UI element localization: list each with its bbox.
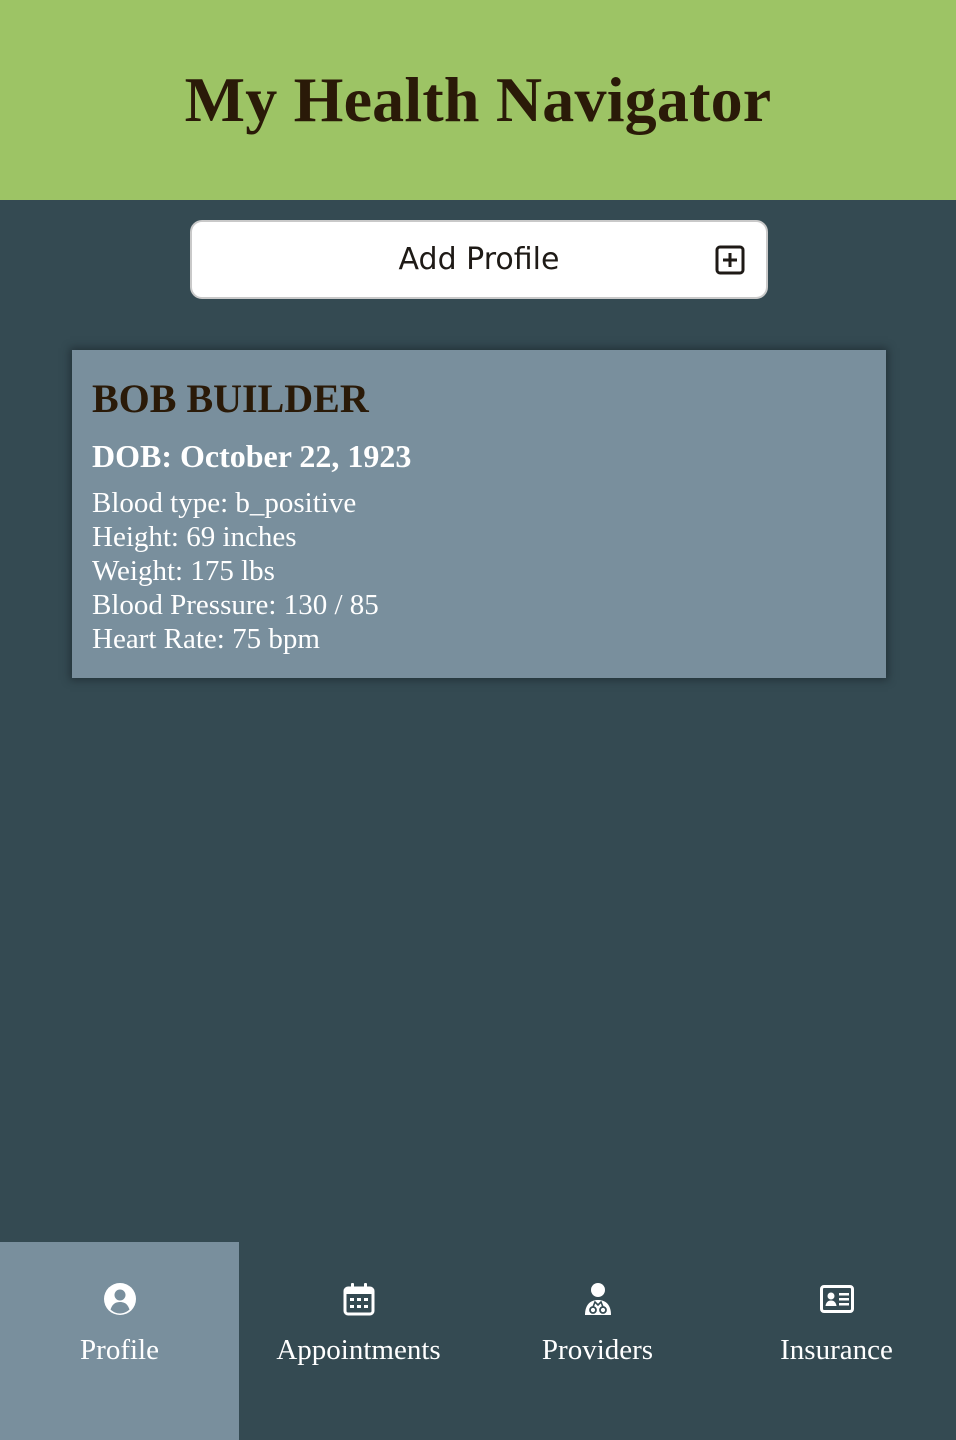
blood-pressure-stat: Blood Pressure: 130 / 85 xyxy=(92,589,379,621)
add-profile-button[interactable]: Add Profile xyxy=(190,220,768,299)
calendar-icon xyxy=(343,1283,374,1316)
nav-item-insurance[interactable]: Insurance xyxy=(717,1242,956,1440)
nav-item-providers[interactable]: Providers xyxy=(478,1242,717,1440)
height-stat: Height: 69 inches xyxy=(92,521,297,553)
user-circle-icon xyxy=(103,1283,136,1315)
nav-label-profile: Profile xyxy=(80,1334,159,1366)
nav-label-appointments: Appointments xyxy=(276,1334,441,1366)
nav-item-appointments[interactable]: Appointments xyxy=(239,1242,478,1440)
app-title: My Health Navigator xyxy=(184,64,772,135)
app-header: My Health Navigator xyxy=(0,0,956,200)
profile-stats: Blood type: b_positive Height: 69 inches… xyxy=(92,486,866,656)
doctor-icon xyxy=(584,1283,611,1315)
nav-label-providers: Providers xyxy=(541,1334,654,1366)
blood-type-stat: Blood type: b_positive xyxy=(92,487,357,519)
profile-name: BOB BUILDER xyxy=(92,376,369,421)
plus-square-icon xyxy=(715,245,745,275)
bottom-nav: Profile Appointments Providers Insurance xyxy=(0,1242,956,1440)
weight-stat: Weight: 175 lbs xyxy=(92,555,275,587)
add-profile-label: Add Profile xyxy=(398,242,560,277)
app-screen: My Health Navigator Add Profile BOB BUIL… xyxy=(0,0,956,1440)
nav-item-profile[interactable]: Profile xyxy=(0,1242,239,1440)
heart-rate-stat: Heart Rate: 75 bpm xyxy=(92,623,320,655)
id-card-icon xyxy=(819,1285,854,1313)
nav-label-insurance: Insurance xyxy=(780,1334,893,1366)
profile-card[interactable]: BOB BUILDER DOB: October 22, 1923 Blood … xyxy=(72,350,886,678)
profile-dob: DOB: October 22, 1923 xyxy=(92,438,412,474)
